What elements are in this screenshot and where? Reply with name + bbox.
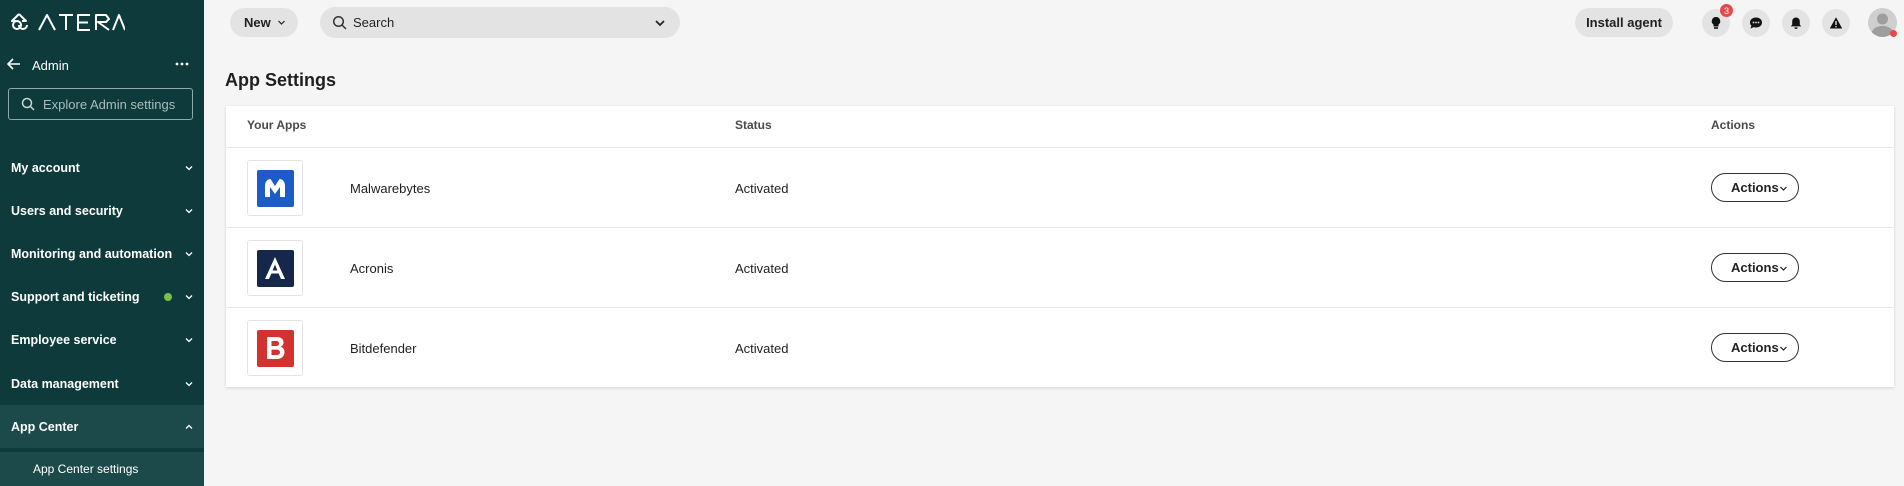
- actions-button[interactable]: Actions: [1711, 333, 1799, 362]
- sidebar-item-label: My account: [11, 160, 80, 175]
- app-name: Acronis: [350, 261, 394, 276]
- global-search-input[interactable]: [353, 15, 633, 30]
- sidebar-subitem-app-center-settings[interactable]: App Center settings: [0, 452, 204, 486]
- arrow-left-icon[interactable]: [7, 57, 21, 71]
- bell-icon: [1790, 17, 1802, 29]
- warning-icon: [1829, 17, 1843, 29]
- status-dot: [164, 292, 172, 301]
- chevron-down-icon: [185, 165, 193, 170]
- chevron-down-icon[interactable]: [654, 17, 666, 29]
- bitdefender-logo: [256, 329, 294, 367]
- chat-icon: [1750, 17, 1762, 29]
- sidebar-item-employee-service[interactable]: Employee service: [0, 318, 204, 361]
- sidebar-item-app-center[interactable]: App Center: [0, 405, 204, 448]
- sidebar-item-my-account[interactable]: My account: [0, 146, 204, 189]
- actions-button-label: Actions: [1731, 260, 1779, 275]
- sidebar-item-support[interactable]: Support and ticketing: [0, 275, 204, 318]
- table-row: Malwarebytes Activated Actions: [226, 147, 1894, 227]
- app-status: Activated: [735, 341, 789, 356]
- sidebar-subitem-label: App Center settings: [33, 462, 139, 476]
- chat-button[interactable]: [1742, 9, 1770, 37]
- global-search[interactable]: [320, 7, 680, 38]
- actions-button-label: Actions: [1731, 180, 1779, 195]
- actions-button[interactable]: Actions: [1711, 173, 1799, 202]
- app-logo-box: [247, 160, 303, 216]
- table-row: Bitdefender Activated Actions: [226, 307, 1894, 387]
- app-status: Activated: [735, 181, 789, 196]
- notification-count-badge: 3: [1720, 4, 1733, 17]
- alerts-button[interactable]: [1822, 9, 1850, 37]
- admin-back-row[interactable]: Admin: [0, 54, 204, 76]
- presence-dot: [1890, 30, 1897, 37]
- actions-button[interactable]: Actions: [1711, 253, 1799, 282]
- chevron-down-icon: [1780, 346, 1787, 351]
- notifications-button[interactable]: [1782, 9, 1810, 37]
- acronis-logo: [256, 249, 294, 287]
- lightbulb-icon: [1711, 16, 1721, 29]
- chevron-down-icon: [185, 251, 193, 256]
- app-name: Bitdefender: [350, 341, 417, 356]
- search-icon: [21, 97, 35, 111]
- chevron-down-icon: [1780, 186, 1787, 191]
- admin-search-input[interactable]: [43, 96, 188, 112]
- new-button[interactable]: New: [230, 8, 298, 37]
- sidebar-item-users-security[interactable]: Users and security: [0, 189, 204, 232]
- sidebar-item-label: Users and security: [11, 203, 123, 218]
- chevron-down-icon: [185, 208, 193, 213]
- chevron-down-icon: [185, 294, 193, 299]
- chevron-down-icon: [185, 381, 193, 386]
- actions-button-label: Actions: [1731, 340, 1779, 355]
- more-options-icon[interactable]: [174, 57, 190, 71]
- sidebar-item-monitoring[interactable]: Monitoring and automation: [0, 232, 204, 275]
- chevron-down-icon: [1780, 266, 1787, 271]
- page-title: App Settings: [225, 70, 336, 90]
- install-agent-button[interactable]: Install agent: [1575, 8, 1673, 37]
- malwarebytes-logo: [256, 169, 294, 207]
- admin-settings-search[interactable]: [8, 88, 193, 120]
- sidebar-item-label: Monitoring and automation: [11, 246, 173, 261]
- table-row: Acronis Activated Actions: [226, 227, 1894, 307]
- chevron-down-icon: [278, 20, 285, 25]
- search-icon: [332, 15, 347, 30]
- column-header-status: Status: [735, 118, 772, 132]
- chevron-down-icon: [185, 337, 193, 342]
- tips-button[interactable]: 3: [1702, 4, 1733, 37]
- sidebar-item-label: App Center: [11, 419, 79, 434]
- app-status: Activated: [735, 261, 789, 276]
- app-logo-box: [247, 320, 303, 376]
- admin-label: Admin: [32, 57, 69, 73]
- new-button-label: New: [244, 15, 271, 30]
- atera-logo[interactable]: [10, 12, 125, 32]
- sidebar-item-data-management[interactable]: Data management: [0, 362, 204, 405]
- chevron-up-icon: [185, 424, 193, 429]
- column-header-apps: Your Apps: [247, 118, 307, 132]
- app-logo-box: [247, 240, 303, 296]
- app-name: Malwarebytes: [350, 181, 431, 196]
- apps-table: Your Apps Status Actions Malwarebytes Ac…: [226, 106, 1894, 387]
- sidebar-item-label: Support and ticketing: [11, 289, 140, 304]
- sidebar-item-label: Data management: [11, 376, 119, 391]
- column-header-actions: Actions: [1711, 118, 1756, 132]
- sidebar-item-label: Employee service: [11, 332, 117, 347]
- sidebar: Admin My account Users and security Moni…: [0, 0, 204, 486]
